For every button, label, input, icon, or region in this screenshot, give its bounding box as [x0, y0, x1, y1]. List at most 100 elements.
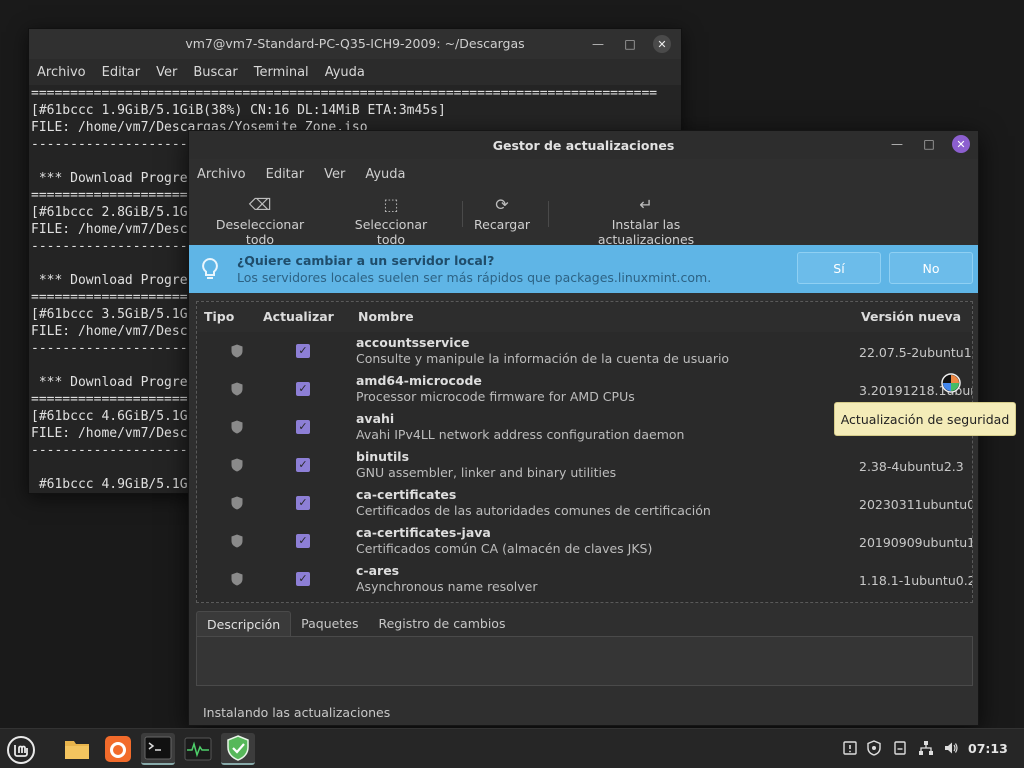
shield-icon [231, 496, 243, 510]
shield-icon [231, 382, 243, 396]
update-checkbox[interactable]: ✓ [296, 572, 310, 586]
security-update-tooltip: Actualización de seguridad [834, 402, 1016, 436]
table-row[interactable]: ✓ c-ares Asynchronous name resolver 1.18.1-… [197, 560, 972, 598]
menu-buscar[interactable]: Buscar [193, 65, 245, 80]
list-header: Tipo Actualizar Nombre Versión nueva [197, 302, 972, 332]
terminal-line: ========================================… [31, 86, 658, 101]
update-shield-tray-icon[interactable] [866, 740, 882, 756]
shield-icon [231, 572, 243, 586]
menu-ayuda[interactable]: Ayuda [325, 65, 373, 80]
terminal-titlebar[interactable]: vm7@vm7-Standard-PC-Q35-ICH9-2009: ~/Des… [29, 29, 681, 59]
select-all-button[interactable]: ⬚ Seleccionar todo [339, 193, 443, 247]
shield-icon [231, 420, 243, 434]
terminal-icon [144, 736, 172, 760]
system-monitor-launcher[interactable] [181, 733, 215, 765]
description-panel [196, 636, 973, 686]
update-checkbox[interactable]: ✓ [296, 496, 310, 510]
update-checkbox[interactable]: ✓ [296, 534, 310, 548]
menu-archivo[interactable]: Archivo [197, 167, 246, 182]
update-checkbox[interactable]: ✓ [296, 382, 310, 396]
tab-description[interactable]: Descripción [196, 611, 292, 637]
package-name: avahi [356, 411, 395, 426]
menu-archivo[interactable]: Archivo [37, 65, 94, 80]
update-checkbox[interactable]: ✓ [296, 420, 310, 434]
menu-ayuda[interactable]: Ayuda [365, 167, 405, 182]
terminal-title: vm7@vm7-Standard-PC-Q35-ICH9-2009: ~/Des… [185, 36, 525, 51]
shield-icon [231, 534, 243, 548]
updates-list[interactable]: Tipo Actualizar Nombre Versión nueva ✓ ac… [196, 301, 973, 603]
menu-editar[interactable]: Editar [266, 167, 305, 182]
column-type[interactable]: Tipo [204, 309, 234, 324]
update-manager-titlebar[interactable]: Gestor de actualizaciones — □ ✕ [189, 131, 978, 159]
file-manager-launcher[interactable] [60, 733, 94, 765]
mint-menu-icon[interactable] [6, 735, 36, 765]
yes-button[interactable]: Sí [797, 252, 881, 284]
package-version: 20190909ubuntu1.2 [859, 535, 972, 550]
shield-icon [227, 735, 249, 761]
window-title: Gestor de actualizaciones [492, 138, 675, 153]
tab-packages[interactable]: Paquetes [291, 611, 368, 637]
close-icon[interactable]: ✕ [952, 135, 970, 153]
firefox-launcher[interactable] [101, 733, 135, 765]
notifications-icon[interactable] [842, 740, 858, 756]
package-name: accountsservice [356, 335, 470, 350]
package-version: 20230311ubuntu0.22 [859, 497, 972, 512]
install-updates-button[interactable]: ↵ Instalar las actualizaciones [565, 193, 727, 247]
terminal-line: [#61bccc 1.9GiB/5.1GiB(38%) CN:16 DL:14M… [31, 103, 446, 118]
package-name: c-ares [356, 563, 400, 578]
package-description: Avahi IPv4LL network address configurati… [356, 427, 685, 442]
clipboard-icon[interactable] [892, 740, 908, 756]
close-icon[interactable]: ✕ [653, 35, 671, 53]
network-icon[interactable] [918, 740, 934, 756]
table-row[interactable]: ✓ ca-certificates Certificados de las auto… [197, 484, 972, 522]
lightbulb-icon [202, 257, 218, 279]
tab-changelog[interactable]: Registro de cambios [368, 611, 515, 637]
package-version: 22.07.5-2ubuntu1.5 [859, 345, 973, 360]
package-description: Consulte y manipule la información de la… [356, 351, 730, 366]
update-checkbox[interactable]: ✓ [296, 458, 310, 472]
table-row[interactable]: ✓ accountsservice Consulte y manipule la i… [197, 332, 972, 370]
install-updates-label: Instalar las actualizaciones [597, 217, 695, 247]
no-button[interactable]: No [889, 252, 973, 284]
maximize-icon[interactable]: □ [621, 35, 639, 53]
minimize-icon[interactable]: — [888, 135, 906, 153]
table-row[interactable]: ✓ binutils GNU assembler, linker and binar… [197, 446, 972, 484]
menu-terminal[interactable]: Terminal [254, 65, 317, 80]
backspace-icon: ⌫ [248, 195, 272, 214]
menu-ver[interactable]: Ver [324, 167, 345, 182]
busy-cursor-icon [941, 373, 961, 393]
reload-icon: ⟳ [495, 195, 509, 214]
volume-icon[interactable] [943, 740, 959, 756]
table-row[interactable]: ✓ ca-certificates-java Certificados común … [197, 522, 972, 560]
deselect-all-button[interactable]: ⌫ Deseleccionar todo [201, 193, 319, 247]
system-monitor-icon [184, 737, 212, 761]
folder-icon [65, 741, 89, 759]
reload-button[interactable]: ⟳ Recargar [474, 193, 530, 232]
firefox-icon [105, 736, 131, 762]
clock[interactable]: 07:13 [968, 741, 1008, 756]
status-text: Instalando las actualizaciones [203, 705, 391, 720]
local-mirror-infobar: ¿Quiere cambiar a un servidor local? Los… [189, 245, 978, 293]
package-name: ca-certificates [356, 487, 457, 502]
update-checkbox[interactable]: ✓ [296, 344, 310, 358]
package-version: 2.38-4ubuntu2.3 [859, 459, 964, 474]
terminal-menubar: Archivo Editar Ver Buscar Terminal Ayuda [29, 59, 681, 85]
toolbar: ⌫ Deseleccionar todo ⬚ Seleccionar todo … [189, 189, 978, 247]
column-version[interactable]: Versión nueva [861, 309, 961, 324]
minimize-icon[interactable]: — [589, 35, 607, 53]
column-name[interactable]: Nombre [358, 309, 414, 324]
menu-editar[interactable]: Editar [102, 65, 149, 80]
update-manager-launcher[interactable] [221, 733, 255, 765]
menu-ver[interactable]: Ver [156, 65, 185, 80]
shield-icon [231, 344, 243, 358]
package-name: ca-certificates-java [356, 525, 491, 540]
package-description: Certificados común CA (almacén de claves… [356, 541, 653, 556]
select-all-label: Seleccionar todo [354, 217, 428, 247]
infobar-subtitle: Los servidores locales suelen ser más rá… [237, 270, 712, 285]
column-update[interactable]: Actualizar [263, 309, 334, 324]
infobar-title: ¿Quiere cambiar a un servidor local? [237, 253, 495, 268]
shield-icon [231, 458, 243, 472]
update-manager-menubar: Archivo Editar Ver Ayuda [189, 159, 978, 189]
terminal-launcher[interactable] [141, 733, 175, 765]
maximize-icon[interactable]: □ [920, 135, 938, 153]
